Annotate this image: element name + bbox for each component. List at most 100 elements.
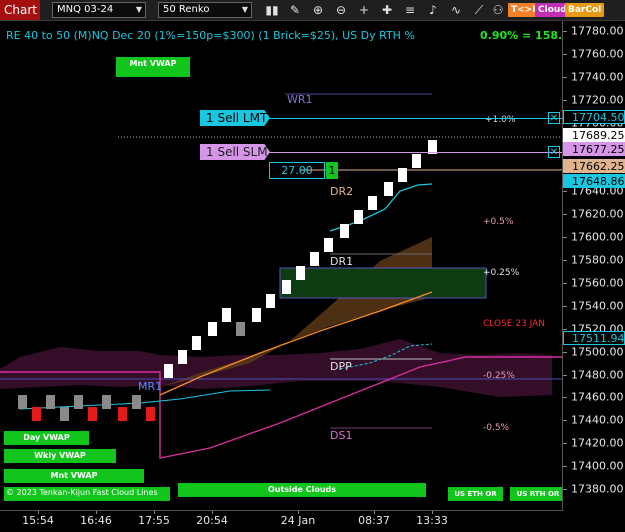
price-label: 17540.00 (571, 299, 624, 313)
sell-lmt-order[interactable]: 1 Sell LMT (200, 110, 270, 126)
outside-clouds-button[interactable]: Outside Clouds (178, 483, 426, 497)
price-label: 17580.00 (571, 253, 624, 267)
renko-brick (32, 407, 41, 421)
strategy-header: RE 40 to 50 (M)NQ Dec 20 (1%=150p=$300) … (6, 29, 415, 42)
time-tick (212, 511, 213, 514)
us-rth-or-button[interactable]: US RTH OR (510, 487, 566, 501)
pct-plus-1-label: +1.0% (485, 115, 516, 125)
crosshair-icon[interactable]: + (356, 2, 372, 18)
time-tick (96, 511, 97, 514)
slm-price-marker: 17677.25 (563, 141, 625, 156)
mnt-vwap-button[interactable]: Mnt VWAP (4, 469, 144, 483)
barcol-badge-button[interactable]: BarCol (565, 3, 605, 17)
bar-style-icon[interactable]: ▮▮ (264, 2, 280, 18)
price-tick (563, 53, 567, 55)
pct-minus-05-label: -0.5% (483, 423, 510, 433)
draw-pencil-icon[interactable]: ✎ (287, 2, 303, 18)
entry-price-marker: 17662.25 (563, 158, 625, 173)
bar-type-value: 50 Renko (163, 4, 210, 15)
renko-brick (192, 336, 201, 350)
renko-brick (296, 266, 305, 280)
time-tick (38, 511, 39, 514)
ds1-label: DS1 (330, 429, 353, 442)
chevron-down-icon: ▼ (135, 5, 142, 14)
zoom-in-icon[interactable]: ⊕ (310, 2, 326, 18)
renko-brick (412, 154, 421, 168)
renko-brick (178, 350, 187, 364)
renko-brick (46, 395, 55, 409)
time-tick (298, 511, 299, 514)
sell-slm-order[interactable]: 1 Sell SLM (200, 144, 270, 160)
price-label: 17600.00 (571, 230, 624, 244)
chart-toolbar: Chart MNQ 03-24 ▼ 50 Renko ▼ ▮▮ ✎ ⊕ ⊖ + … (0, 0, 625, 21)
price-tick (563, 76, 567, 78)
time-label: 17:55 (138, 514, 170, 527)
cyan-ma-marker: 17648.86 (563, 174, 625, 189)
renko-brick (60, 407, 69, 421)
sell-slm-line[interactable] (268, 152, 562, 153)
indicators-icon[interactable]: ∿ (448, 2, 464, 18)
price-label: 17380.00 (571, 482, 624, 496)
price-axis[interactable]: 17780.0017760.0017740.0017720.0017700.00… (562, 21, 625, 510)
cancel-lmt-icon[interactable]: ✕ (548, 112, 560, 124)
instrument-value: MNQ 03-24 (57, 4, 114, 15)
mnt-vwap-top-button[interactable]: Mnt VWAP (116, 57, 190, 77)
wkly-vwap-button[interactable]: Wkly VWAP (4, 449, 116, 463)
dash-ma-marker: 17511.94 (563, 330, 625, 345)
renko-brick (266, 294, 275, 308)
link-icon[interactable]: ⚇ (490, 2, 506, 18)
price-tick (563, 328, 567, 330)
price-label: 17780.00 (571, 24, 624, 38)
list-icon[interactable]: ≡ (402, 2, 418, 18)
renko-brick (102, 395, 111, 409)
time-label: 20:54 (196, 514, 228, 527)
time-tick (154, 511, 155, 514)
price-tick (563, 214, 567, 216)
time-tick (374, 511, 375, 514)
bar-type-selector[interactable]: 50 Renko ▼ (158, 2, 252, 18)
renko-brick (354, 210, 363, 224)
us-eth-or-button[interactable]: US ETH OR (448, 487, 503, 501)
instrument-selector[interactable]: MNQ 03-24 ▼ (52, 2, 146, 18)
price-label: 17420.00 (571, 436, 624, 450)
plus-icon[interactable]: ✚ (379, 2, 395, 18)
trendline-icon[interactable]: ⟋ (471, 2, 487, 18)
price-label: 17480.00 (571, 368, 624, 381)
day-vwap-button[interactable]: Day VWAP (4, 431, 89, 445)
percent-header: 0.90% = 158.00 (480, 29, 570, 42)
price-tick (563, 351, 567, 353)
mr1-label: MR1 (138, 380, 163, 393)
chart-window: Chart MNQ 03-24 ▼ 50 Renko ▼ ▮▮ ✎ ⊕ ⊖ + … (0, 0, 625, 532)
zoom-out-icon[interactable]: ⊖ (333, 2, 349, 18)
close-note-label: CLOSE 23 JAN (483, 319, 546, 329)
price-tick (563, 443, 567, 445)
renko-brick (146, 407, 155, 421)
position-qty[interactable]: 1 (326, 162, 338, 179)
time-label: 24 Jan (280, 514, 316, 527)
window-title: Chart (0, 0, 40, 20)
price-tick (563, 397, 567, 399)
renko-brick (368, 196, 377, 210)
time-axis[interactable]: 15:54 16:46 17:55 20:54 24 Jan 08:37 13:33 (0, 510, 563, 532)
renko-brick (282, 280, 291, 294)
dpp-label: DPP (330, 360, 352, 373)
strategy-icon[interactable]: ♪ (425, 2, 441, 18)
wr1-label: WR1 (287, 93, 313, 106)
renko-brick (132, 395, 141, 409)
cancel-slm-icon[interactable]: ✕ (548, 146, 560, 158)
position-price[interactable]: 27.00 (269, 162, 325, 179)
price-tick (563, 31, 567, 32)
renko-brick (340, 224, 349, 238)
price-label: 17760.00 (571, 47, 624, 61)
renko-brick (74, 395, 83, 409)
chart-plot-area[interactable]: RE 40 to 50 (M)NQ Dec 20 (1%=150p=$300) … (0, 21, 570, 510)
chevron-down-icon: ▼ (241, 5, 248, 14)
price-tick (563, 489, 567, 490)
sell-lmt-line[interactable] (268, 118, 562, 119)
time-label: 13:33 (416, 514, 448, 527)
price-label: 17460.00 (571, 390, 624, 404)
dr2-label: DR2 (330, 185, 354, 198)
price-tick (563, 305, 567, 307)
renko-brick (88, 407, 97, 421)
renko-brick (324, 238, 333, 252)
